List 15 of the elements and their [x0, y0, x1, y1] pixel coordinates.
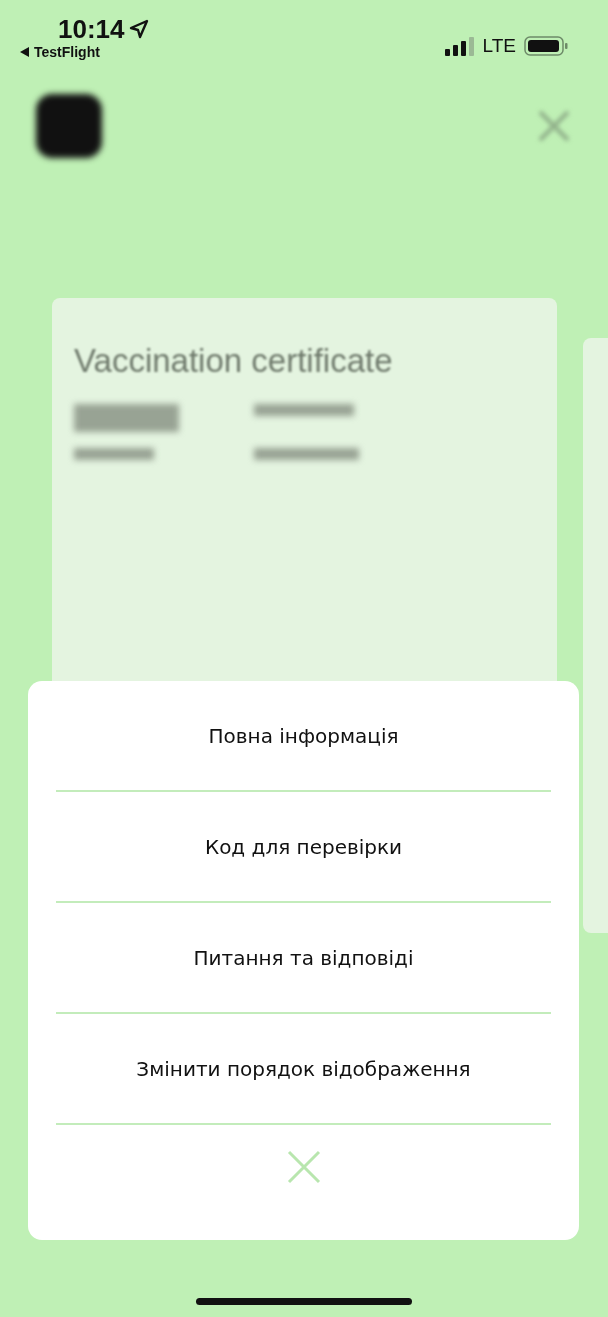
- menu-item[interactable]: Питання та відповіді: [56, 903, 551, 1014]
- app-logo: [36, 94, 102, 158]
- card-title: Vaccination certificate: [74, 342, 394, 380]
- close-button[interactable]: [285, 1149, 322, 1185]
- menu-item[interactable]: Код для перевірки: [56, 792, 551, 903]
- clock-time: 10:14: [58, 14, 149, 44]
- battery-icon: [524, 36, 568, 56]
- back-triangle-icon: [20, 47, 29, 57]
- menu-item[interactable]: Повна інформація: [56, 681, 551, 792]
- signal-icon: [444, 36, 475, 56]
- back-to-app-link[interactable]: TestFlight: [20, 44, 149, 60]
- close-icon[interactable]: [536, 108, 572, 144]
- menu-item[interactable]: Змінити порядок відображення: [56, 1014, 551, 1125]
- location-arrow-icon: [128, 19, 149, 39]
- network-type: LTE: [482, 35, 516, 57]
